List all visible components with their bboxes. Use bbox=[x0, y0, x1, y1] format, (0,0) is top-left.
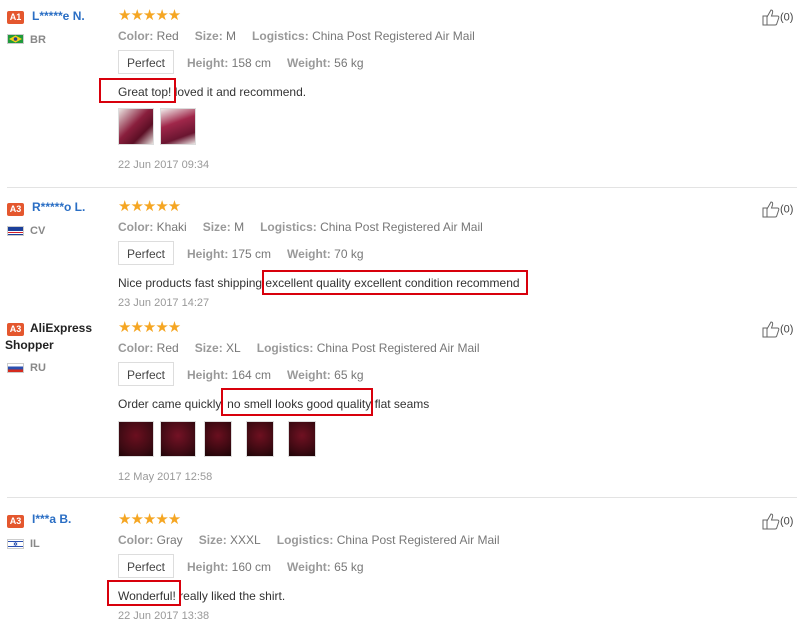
star-rating: ★★★★★ bbox=[118, 319, 181, 336]
divider bbox=[7, 497, 797, 498]
helpful-button[interactable]: (0) bbox=[762, 9, 793, 26]
thumbs-up-icon bbox=[762, 201, 780, 218]
reviewer-name-line1: AliExpress bbox=[30, 321, 93, 335]
highlight-box bbox=[107, 580, 181, 606]
fit-tag: Perfect bbox=[118, 362, 175, 386]
fit-tag: Perfect bbox=[118, 554, 175, 578]
review-date: 22 Jun 2017 13:38 bbox=[118, 610, 210, 622]
review-date: 23 Jun 2017 14:27 bbox=[118, 297, 210, 309]
flag-br-icon bbox=[7, 34, 24, 44]
review-photo[interactable] bbox=[246, 421, 274, 457]
flag-ru-icon bbox=[7, 363, 24, 373]
helpful-button[interactable]: (0) bbox=[762, 201, 793, 218]
helpful-button[interactable]: (0) bbox=[762, 321, 793, 338]
fit-tag: Perfect bbox=[118, 241, 175, 265]
reviewer-name[interactable]: I***a B. bbox=[32, 512, 71, 526]
reviewer-name[interactable]: L*****e N. bbox=[32, 9, 85, 23]
order-attributes: Color: Red Size: M Logistics: China Post R… bbox=[118, 29, 475, 43]
buyer-level-badge: A3 bbox=[7, 515, 24, 528]
review-date: 22 Jun 2017 09:34 bbox=[118, 159, 210, 171]
country-code: IL bbox=[30, 538, 40, 550]
helpful-button[interactable]: (0) bbox=[762, 513, 793, 530]
review-date: 12 May 2017 12:58 bbox=[118, 471, 213, 483]
body-measurements: Height: 160 cm Weight: 65 kg bbox=[187, 560, 364, 574]
review-photo[interactable] bbox=[160, 421, 196, 457]
fit-tag: Perfect bbox=[118, 50, 175, 74]
thumbs-up-icon bbox=[762, 321, 780, 338]
star-rating: ★★★★★ bbox=[118, 7, 181, 24]
review-photo[interactable] bbox=[118, 108, 154, 145]
body-measurements: Height: 158 cm Weight: 56 kg bbox=[187, 56, 364, 70]
highlight-box bbox=[262, 270, 528, 295]
body-measurements: Height: 175 cm Weight: 70 kg bbox=[187, 247, 364, 261]
flag-cv-icon bbox=[7, 226, 24, 236]
review-photo[interactable] bbox=[288, 421, 316, 457]
review-photo[interactable] bbox=[160, 108, 196, 145]
review-photo[interactable] bbox=[204, 421, 232, 457]
thumbs-up-icon bbox=[762, 9, 780, 26]
country-code: BR bbox=[30, 34, 46, 46]
highlight-box bbox=[99, 78, 176, 103]
buyer-level-badge: A1 bbox=[7, 11, 24, 24]
flag-il-icon bbox=[7, 539, 24, 549]
order-attributes: Color: Gray Size: XXXL Logistics: China Po… bbox=[118, 533, 500, 547]
divider bbox=[7, 187, 797, 188]
highlight-box bbox=[221, 388, 373, 416]
country-code: CV bbox=[30, 225, 46, 237]
thumbs-up-icon bbox=[762, 513, 780, 530]
order-attributes: Color: Khaki Size: M Logistics: China Post… bbox=[118, 220, 483, 234]
reviewer-name-line2: Shopper bbox=[5, 338, 54, 352]
country-code: RU bbox=[30, 362, 46, 374]
order-attributes: Color: Red Size: XL Logistics: China Post … bbox=[118, 341, 480, 355]
buyer-level-badge: A3 bbox=[7, 323, 24, 336]
buyer-level-badge: A3 bbox=[7, 203, 24, 216]
star-rating: ★★★★★ bbox=[118, 511, 181, 528]
review-photo[interactable] bbox=[118, 421, 154, 457]
star-rating: ★★★★★ bbox=[118, 198, 181, 215]
reviewer-name[interactable]: R*****o L. bbox=[32, 200, 85, 214]
body-measurements: Height: 164 cm Weight: 65 kg bbox=[187, 368, 364, 382]
